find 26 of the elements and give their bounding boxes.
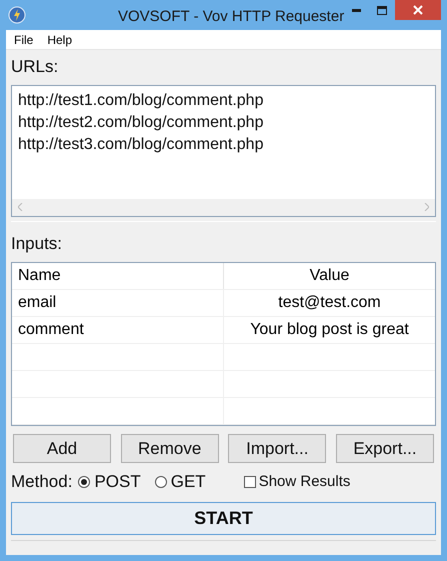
action-button[interactable]: Add	[13, 434, 111, 463]
method-label: Method:	[11, 471, 72, 494]
action-button[interactable]: Remove	[120, 434, 219, 463]
table-cell-text: Your blog post is great	[250, 320, 409, 340]
action-button[interactable]: Export...	[336, 434, 434, 463]
section-label: Inputs:	[11, 232, 64, 254]
table-cell-text: email	[18, 293, 56, 313]
column-header[interactable]: Name	[12, 263, 224, 289]
url-line: http://test3.com/blog/comment.php	[18, 134, 264, 154]
column-header[interactable]: Value	[224, 263, 435, 289]
start-button[interactable]: START	[11, 502, 436, 535]
table-cell-text: test@test.com	[278, 293, 381, 313]
section-label: URLs:	[11, 56, 60, 78]
urls-textarea[interactable]: http://test1.com/blog/comment.php http://test2.com/blog/comment.php http://test3.com/blog/comment.php	[11, 84, 436, 216]
close-button[interactable]	[395, 0, 441, 20]
method-radio[interactable]: GET	[154, 469, 206, 495]
table-cell-text: comment	[18, 320, 84, 340]
close-icon[interactable]	[413, 5, 423, 15]
show-results-checkbox[interactable]: Show Results	[244, 470, 350, 494]
url-line: http://test2.com/blog/comment.php	[18, 112, 264, 132]
action-button[interactable]: Import...	[228, 434, 326, 463]
url-line: http://test1.com/blog/comment.php	[18, 90, 264, 110]
window-title: VOVSOFT - Vov HTTP Requester	[118, 7, 344, 27]
menu-item[interactable]: Help	[47, 30, 72, 48]
menu-item[interactable]: File	[14, 30, 34, 48]
method-radio[interactable]: POST	[78, 469, 141, 495]
